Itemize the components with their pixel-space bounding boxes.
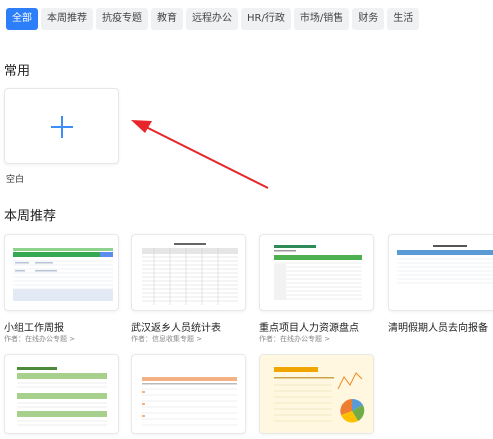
section-title-weekly: 本周推荐 (4, 209, 57, 224)
template-card[interactable] (131, 354, 246, 434)
template-card-hr-inventory[interactable] (259, 234, 374, 311)
template-thumbnail (397, 245, 493, 284)
card-author-link[interactable]: 作者：信息收集专题 > (131, 334, 202, 344)
card-title[interactable]: 清明假期人员去向报备 (388, 319, 488, 334)
template-thumbnail (142, 377, 237, 426)
template-thumbnail (274, 245, 362, 300)
template-card[interactable] (4, 354, 119, 434)
template-thumbnail (142, 243, 238, 305)
card-title[interactable]: 小组工作周报 (4, 319, 64, 334)
template-thumbnail (17, 367, 107, 426)
card-title[interactable]: 重点项目人力资源盘点 (259, 319, 359, 334)
card-author-link[interactable]: 作者：在线办公专题 > (259, 334, 330, 344)
template-thumbnail (13, 248, 113, 301)
template-card-wuhan-returnees[interactable] (131, 234, 246, 311)
template-thumbnail (260, 355, 373, 433)
card-author-link[interactable]: 作者：在线办公专题 > (4, 334, 75, 344)
template-card-weekly-report[interactable] (4, 234, 119, 311)
template-card-qingming-report[interactable] (388, 234, 493, 311)
card-title[interactable]: 武汉返乡人员统计表 (131, 319, 221, 334)
template-card[interactable] (259, 354, 374, 434)
